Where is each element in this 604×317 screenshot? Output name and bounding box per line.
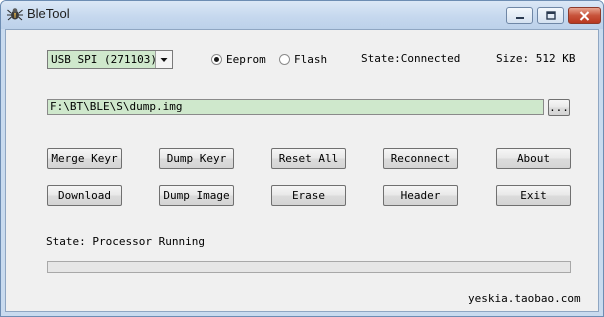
flash-label[interactable]: Flash xyxy=(294,53,327,66)
browse-button[interactable]: ... xyxy=(548,99,570,116)
title-bar[interactable]: BleTool xyxy=(1,1,603,29)
erase-button[interactable]: Erase xyxy=(271,185,346,206)
device-select-value: USB SPI (271103) xyxy=(51,53,157,66)
chevron-down-icon xyxy=(160,58,168,62)
exit-button[interactable]: Exit xyxy=(496,185,571,206)
client-area: USB SPI (271103) Eeprom Flash State:Conn… xyxy=(5,29,599,312)
dropdown-arrow-button[interactable] xyxy=(155,51,172,68)
close-button[interactable] xyxy=(568,7,601,24)
dump-keyr-button[interactable]: Dump Keyr xyxy=(159,148,234,169)
app-window: BleTool USB SPI (271103) Eeprom Flash St… xyxy=(0,0,604,317)
download-button[interactable]: Download xyxy=(47,185,122,206)
footer-link: yeskia.taobao.com xyxy=(468,292,581,305)
app-icon xyxy=(7,8,23,21)
processor-state: State: Processor Running xyxy=(46,235,205,248)
maximize-button[interactable] xyxy=(537,7,564,24)
minimize-icon xyxy=(515,16,524,19)
file-path-input[interactable]: F:\BT\BLE\S\dump.img xyxy=(47,99,544,115)
about-button[interactable]: About xyxy=(496,148,571,169)
connection-state: State:Connected xyxy=(361,52,461,65)
progress-bar xyxy=(47,261,571,273)
reset-all-button[interactable]: Reset All xyxy=(271,148,346,169)
size-label: Size: 512 KB xyxy=(496,52,576,65)
close-icon xyxy=(579,10,590,21)
header-button[interactable]: Header xyxy=(383,185,458,206)
dump-image-button[interactable]: Dump Image xyxy=(159,185,234,206)
maximize-icon xyxy=(545,11,556,20)
minimize-button[interactable] xyxy=(506,7,533,24)
device-select[interactable]: USB SPI (271103) xyxy=(47,50,173,69)
window-title: BleTool xyxy=(27,6,70,21)
eeprom-label[interactable]: Eeprom xyxy=(226,53,266,66)
reconnect-button[interactable]: Reconnect xyxy=(383,148,458,169)
merge-keyr-button[interactable]: Merge Keyr xyxy=(47,148,122,169)
radio-selected-dot xyxy=(214,57,219,62)
flash-radio[interactable] xyxy=(279,54,290,65)
eeprom-radio[interactable] xyxy=(211,54,222,65)
